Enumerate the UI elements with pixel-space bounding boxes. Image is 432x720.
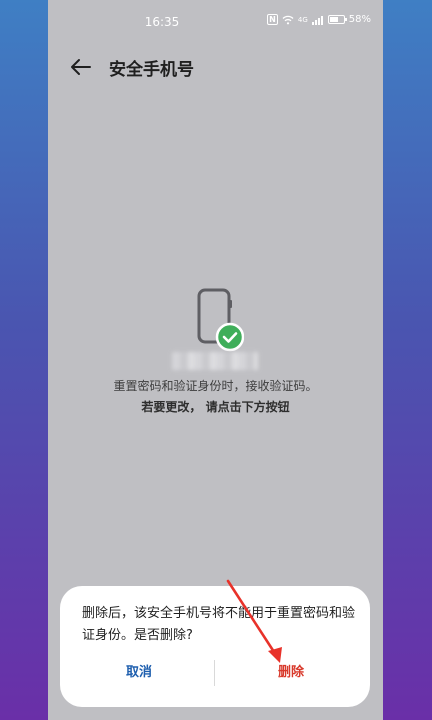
- page-title: 安全手机号: [109, 60, 194, 80]
- back-button[interactable]: [66, 52, 96, 82]
- arrow-left-icon: [71, 59, 91, 75]
- masked-phone-number: [172, 352, 258, 370]
- signal-icon: [311, 15, 323, 25]
- nfc-icon: N: [267, 14, 278, 25]
- description-text: 重置密码和验证身份时，接收验证码。: [113, 379, 318, 393]
- battery-icon: [327, 15, 347, 24]
- cancel-button[interactable]: 取消: [64, 660, 214, 686]
- phone-screen: 16:35 N 4G 58% 安全手机号 重置密码和验证身份时，接收验证码。 若…: [48, 0, 383, 720]
- change-instruction-text: 若要更改， 请点击下方按钮: [141, 400, 290, 414]
- dialog-divider: [214, 660, 215, 686]
- status-bar: 16:35 N 4G 58%: [48, 0, 383, 44]
- delete-button[interactable]: 删除: [216, 660, 366, 686]
- status-icons: N 4G 58%: [267, 14, 371, 25]
- wifi-icon: [282, 15, 294, 24]
- signal-label: 4G: [297, 15, 308, 24]
- delete-confirm-dialog: 删除后，该安全手机号将不能用于重置密码和验证身份。是否删除? 取消 删除: [60, 586, 370, 707]
- phone-check-icon: [194, 286, 245, 352]
- battery-percent: 58%: [348, 14, 371, 25]
- dialog-message: 删除后，该安全手机号将不能用于重置密码和验证身份。是否删除?: [82, 606, 356, 643]
- page-header: 安全手机号: [48, 44, 383, 90]
- status-time: 16:35: [144, 15, 180, 29]
